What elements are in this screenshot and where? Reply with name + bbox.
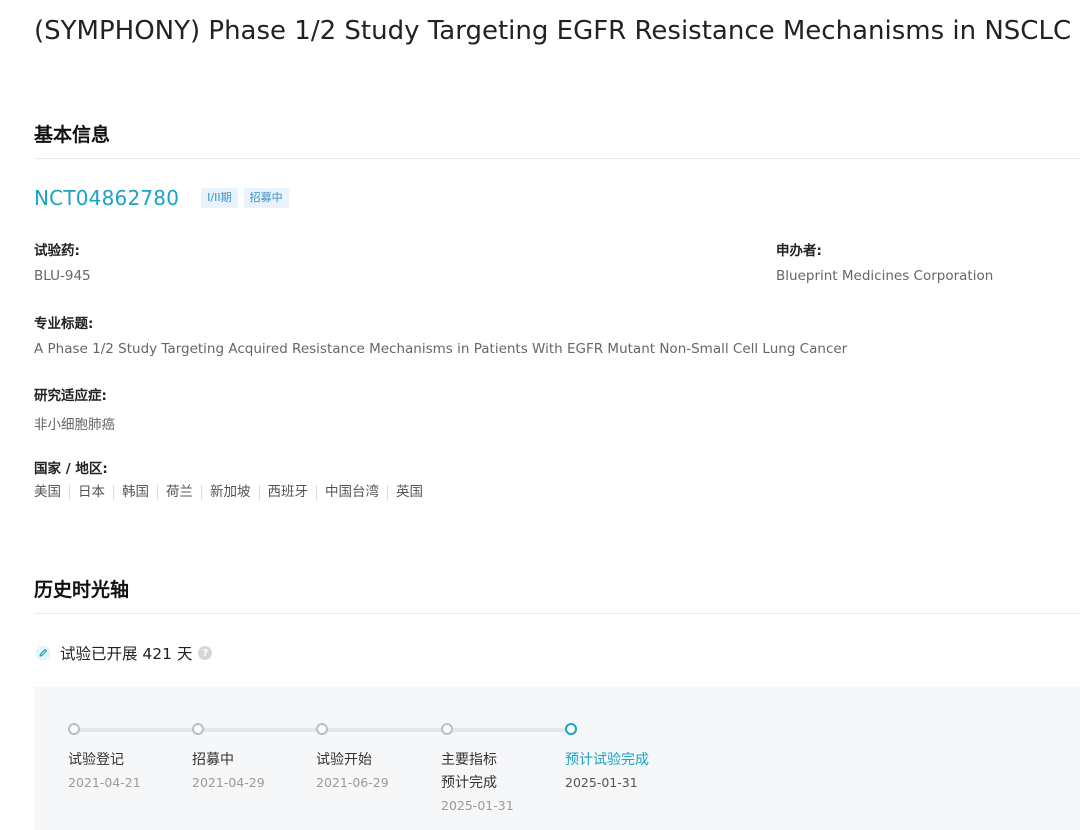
milestone-label: 主要指标 预计完成	[441, 749, 565, 795]
pencil-icon	[34, 644, 52, 662]
indication-value: 非小细胞肺癌	[34, 417, 115, 433]
official-title-label: 专业标题:	[34, 316, 94, 332]
milestone-study-completion: 预计试验完成 2025-01-31	[565, 723, 689, 794]
milestone-label: 招募中	[192, 752, 234, 768]
sponsor-label: 申办者:	[776, 243, 822, 259]
page-title: (SYMPHONY) Phase 1/2 Study Targeting EGF…	[34, 16, 1072, 46]
timeline-panel: 试验登记 2021-04-21 招募中 2021-04-29 试验开始 2021…	[34, 687, 1080, 830]
country-item: 中国台湾	[316, 485, 387, 500]
country-item: 荷兰	[157, 485, 201, 500]
sponsor-value: Blueprint Medicines Corporation	[776, 268, 994, 284]
milestone-label: 预计试验完成	[565, 752, 649, 768]
countries-list: 美国 日本 韩国 荷兰 新加坡 西班牙 中国台湾 英国	[34, 485, 431, 500]
milestone-registration: 试验登记 2021-04-21	[68, 723, 192, 794]
milestone-date: 2021-06-29	[316, 775, 389, 790]
country-item: 韩国	[113, 485, 157, 500]
country-item: 西班牙	[258, 485, 317, 500]
milestone-dot	[316, 723, 328, 735]
divider	[34, 158, 1080, 159]
milestone-label-line: 预计完成	[441, 775, 497, 791]
milestone-start: 试验开始 2021-06-29	[316, 723, 440, 794]
milestone-label: 试验开始	[316, 752, 372, 768]
milestone-label: 试验登记	[68, 752, 124, 768]
drug-value: BLU-945	[34, 268, 91, 284]
status-tag: 招募中	[243, 188, 289, 208]
divider	[34, 613, 1080, 614]
milestone-date: 2025-01-31	[565, 775, 638, 790]
milestone-recruiting: 招募中 2021-04-29	[192, 723, 316, 794]
countries-label: 国家 / 地区:	[34, 461, 108, 477]
milestone-date: 2021-04-29	[192, 775, 265, 790]
trial-id-row: NCT04862780 I/II期 招募中	[34, 186, 295, 210]
trial-duration: 试验已开展 421 天 ?	[34, 642, 213, 664]
country-item: 日本	[69, 485, 113, 500]
milestone-dot	[441, 723, 453, 735]
milestone-dot	[68, 723, 80, 735]
indication-label: 研究适应症:	[34, 388, 107, 404]
milestone-dot	[192, 723, 204, 735]
milestone-dot	[565, 723, 577, 735]
milestone-label-line: 主要指标	[441, 752, 497, 768]
country-item: 美国	[34, 484, 61, 500]
country-item: 英国	[387, 485, 431, 500]
phase-tag: I/II期	[201, 188, 238, 208]
duration-text: 试验已开展 421 天	[60, 645, 193, 663]
milestone-primary-completion: 主要指标 预计完成 2025-01-31	[441, 723, 565, 817]
milestone-date: 2025-01-31	[441, 798, 514, 813]
country-item: 新加坡	[201, 485, 259, 500]
official-title-value: A Phase 1/2 Study Targeting Acquired Res…	[34, 341, 848, 357]
milestone-date: 2021-04-21	[68, 775, 141, 790]
timeline-heading: 历史时光轴	[34, 579, 130, 601]
drug-label: 试验药:	[34, 243, 80, 259]
basic-info-heading: 基本信息	[34, 124, 111, 146]
trial-id-link[interactable]: NCT04862780	[34, 186, 179, 210]
help-icon[interactable]: ?	[198, 646, 213, 660]
